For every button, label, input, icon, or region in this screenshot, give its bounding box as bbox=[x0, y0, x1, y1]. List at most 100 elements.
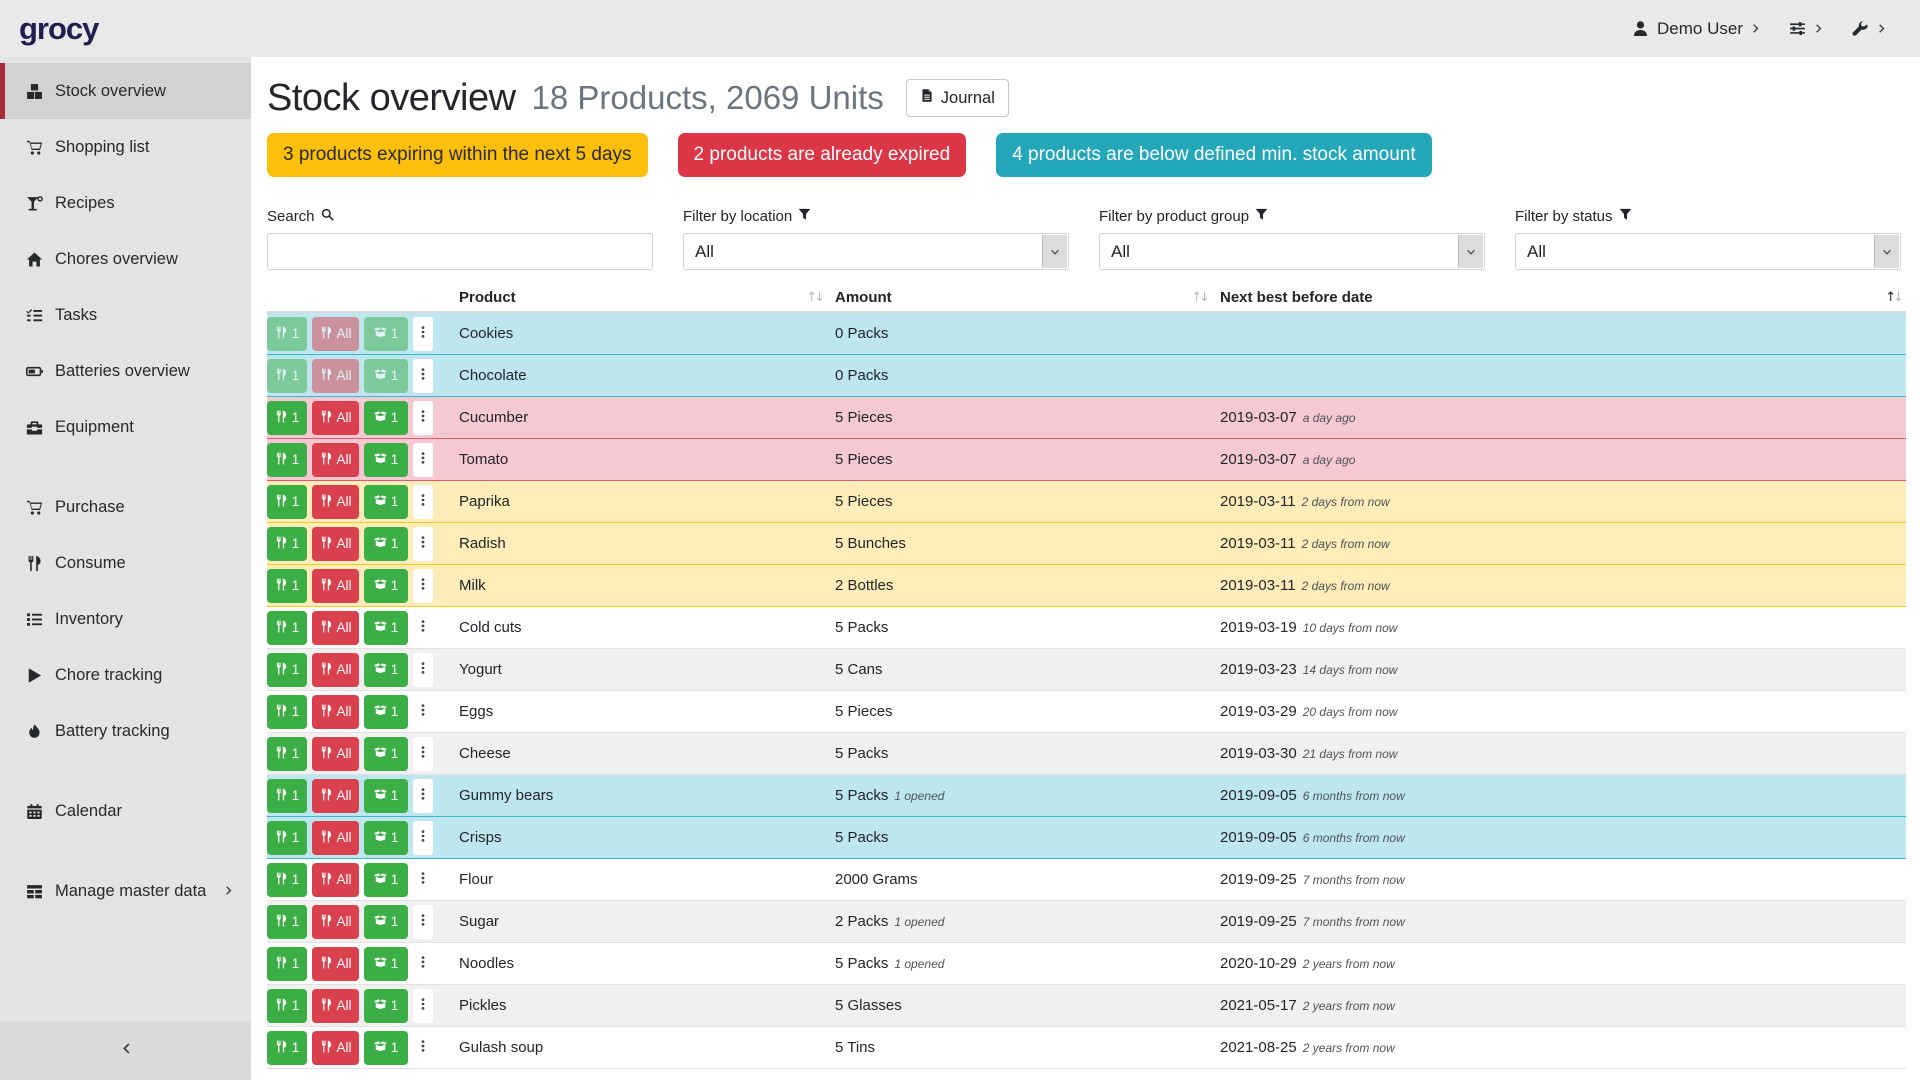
row-menu-button[interactable] bbox=[413, 317, 433, 351]
consume-all-button[interactable]: All bbox=[312, 527, 359, 561]
row-menu-button[interactable] bbox=[413, 905, 433, 939]
consume-all-button[interactable]: All bbox=[312, 611, 359, 645]
row-menu-button[interactable] bbox=[413, 1031, 433, 1065]
open-one-button[interactable]: 1 bbox=[364, 821, 408, 855]
open-one-button[interactable]: 1 bbox=[364, 779, 408, 813]
open-one-button[interactable]: 1 bbox=[364, 947, 408, 981]
sidebar-item-chore-tracking[interactable]: Chore tracking bbox=[0, 647, 251, 703]
consume-one-button[interactable]: 1 bbox=[267, 779, 307, 813]
consume-all-button[interactable]: All bbox=[312, 443, 359, 477]
consume-all-button[interactable]: All bbox=[312, 401, 359, 435]
row-menu-button[interactable] bbox=[413, 947, 433, 981]
consume-all-button[interactable]: All bbox=[312, 779, 359, 813]
sidebar-item-batteries-overview[interactable]: Batteries overview bbox=[0, 343, 251, 399]
open-one-button[interactable]: 1 bbox=[364, 569, 408, 603]
consume-all-button[interactable]: All bbox=[312, 947, 359, 981]
open-one-button[interactable]: 1 bbox=[364, 989, 408, 1023]
sidebar-item-tasks[interactable]: Tasks bbox=[0, 287, 251, 343]
next-best-before-date-column-header[interactable]: Next best before date ↑↓ bbox=[1212, 289, 1906, 306]
settings-menu[interactable] bbox=[1789, 20, 1825, 37]
open-one-button[interactable]: 1 bbox=[364, 485, 408, 519]
expired-alert-badge[interactable]: 2 products are already expired bbox=[678, 133, 967, 177]
consume-one-button[interactable]: 1 bbox=[267, 401, 307, 435]
product-column-header[interactable]: Product ↑↓ bbox=[451, 289, 827, 306]
consume-one-button[interactable]: 1 bbox=[267, 317, 307, 351]
consume-all-button[interactable]: All bbox=[312, 653, 359, 687]
sidebar-item-battery-tracking[interactable]: Battery tracking bbox=[0, 703, 251, 759]
sidebar-item-manage-master-data[interactable]: Manage master data bbox=[0, 863, 251, 919]
product-group-select[interactable]: All bbox=[1099, 233, 1485, 270]
consume-one-button[interactable]: 1 bbox=[267, 863, 307, 897]
consume-one-button[interactable]: 1 bbox=[267, 821, 307, 855]
row-menu-button[interactable] bbox=[413, 359, 433, 393]
consume-all-button[interactable]: All bbox=[312, 821, 359, 855]
admin-menu[interactable] bbox=[1852, 20, 1888, 37]
sidebar-item-consume[interactable]: Consume bbox=[0, 535, 251, 591]
location-select[interactable]: All bbox=[683, 233, 1069, 270]
consume-one-button[interactable]: 1 bbox=[267, 905, 307, 939]
below-min-stock-alert-badge[interactable]: 4 products are below defined min. stock … bbox=[996, 133, 1431, 177]
expiring-alert-badge[interactable]: 3 products expiring within the next 5 da… bbox=[267, 133, 648, 177]
row-menu-button[interactable] bbox=[413, 527, 433, 561]
row-menu-button[interactable] bbox=[413, 569, 433, 603]
row-menu-button[interactable] bbox=[413, 653, 433, 687]
consume-one-button[interactable]: 1 bbox=[267, 527, 307, 561]
open-one-button[interactable]: 1 bbox=[364, 695, 408, 729]
sidebar-item-chores-overview[interactable]: Chores overview bbox=[0, 231, 251, 287]
status-select[interactable]: All bbox=[1515, 233, 1901, 270]
row-menu-button[interactable] bbox=[413, 863, 433, 897]
consume-all-button[interactable]: All bbox=[312, 317, 359, 351]
row-menu-button[interactable] bbox=[413, 737, 433, 771]
consume-one-button[interactable]: 1 bbox=[267, 359, 307, 393]
user-menu[interactable]: Demo User bbox=[1632, 19, 1762, 39]
consume-one-button[interactable]: 1 bbox=[267, 653, 307, 687]
sidebar-collapse-button[interactable] bbox=[0, 1022, 251, 1080]
open-one-button[interactable]: 1 bbox=[364, 359, 408, 393]
row-menu-button[interactable] bbox=[413, 401, 433, 435]
sidebar-item-equipment[interactable]: Equipment bbox=[0, 399, 251, 455]
open-one-button[interactable]: 1 bbox=[364, 527, 408, 561]
consume-one-button[interactable]: 1 bbox=[267, 485, 307, 519]
amount-column-header[interactable]: Amount ↑↓ bbox=[827, 289, 1212, 306]
open-one-button[interactable]: 1 bbox=[364, 653, 408, 687]
search-input[interactable] bbox=[267, 233, 653, 270]
consume-one-button[interactable]: 1 bbox=[267, 695, 307, 729]
open-one-button[interactable]: 1 bbox=[364, 401, 408, 435]
consume-one-button[interactable]: 1 bbox=[267, 569, 307, 603]
consume-all-button[interactable]: All bbox=[312, 1031, 359, 1065]
consume-one-button[interactable]: 1 bbox=[267, 1031, 307, 1065]
row-menu-button[interactable] bbox=[413, 695, 433, 729]
sidebar-item-inventory[interactable]: Inventory bbox=[0, 591, 251, 647]
consume-one-button[interactable]: 1 bbox=[267, 611, 307, 645]
row-menu-button[interactable] bbox=[413, 779, 433, 813]
consume-all-button[interactable]: All bbox=[312, 695, 359, 729]
journal-button[interactable]: Journal bbox=[906, 79, 1009, 117]
sidebar-item-calendar[interactable]: Calendar bbox=[0, 783, 251, 839]
open-one-button[interactable]: 1 bbox=[364, 737, 408, 771]
row-menu-button[interactable] bbox=[413, 485, 433, 519]
row-menu-button[interactable] bbox=[413, 443, 433, 477]
consume-all-button[interactable]: All bbox=[312, 485, 359, 519]
sidebar-item-recipes[interactable]: Recipes bbox=[0, 175, 251, 231]
consume-all-button[interactable]: All bbox=[312, 359, 359, 393]
consume-all-button[interactable]: All bbox=[312, 863, 359, 897]
sidebar-item-stock-overview[interactable]: Stock overview bbox=[0, 63, 251, 119]
consume-one-button[interactable]: 1 bbox=[267, 989, 307, 1023]
open-one-button[interactable]: 1 bbox=[364, 611, 408, 645]
open-one-button[interactable]: 1 bbox=[364, 863, 408, 897]
consume-all-button[interactable]: All bbox=[312, 737, 359, 771]
consume-all-button[interactable]: All bbox=[312, 569, 359, 603]
sidebar-item-shopping-list[interactable]: Shopping list bbox=[0, 119, 251, 175]
open-one-button[interactable]: 1 bbox=[364, 317, 408, 351]
consume-all-button[interactable]: All bbox=[312, 989, 359, 1023]
row-menu-button[interactable] bbox=[413, 989, 433, 1023]
consume-one-button[interactable]: 1 bbox=[267, 737, 307, 771]
row-menu-button[interactable] bbox=[413, 611, 433, 645]
consume-one-button[interactable]: 1 bbox=[267, 947, 307, 981]
consume-all-button[interactable]: All bbox=[312, 905, 359, 939]
consume-one-button[interactable]: 1 bbox=[267, 443, 307, 477]
row-menu-button[interactable] bbox=[413, 821, 433, 855]
open-one-button[interactable]: 1 bbox=[364, 443, 408, 477]
open-one-button[interactable]: 1 bbox=[364, 905, 408, 939]
sidebar-item-purchase[interactable]: Purchase bbox=[0, 479, 251, 535]
